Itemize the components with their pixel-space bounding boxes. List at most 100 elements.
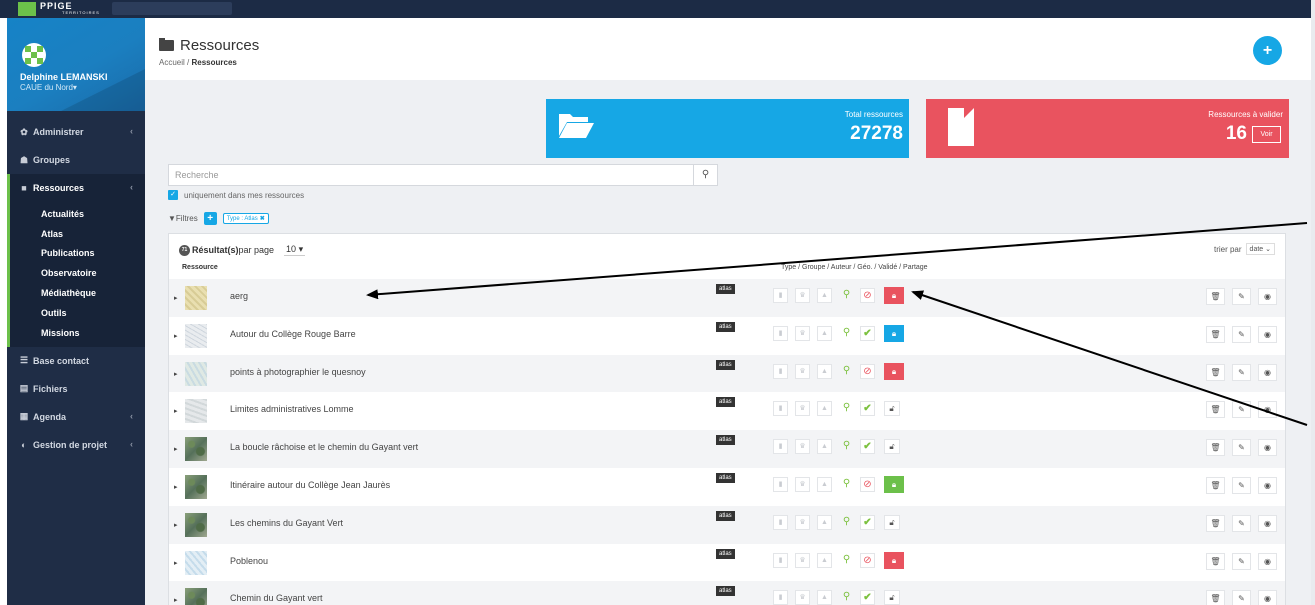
edit-icon[interactable]: ✎ bbox=[1232, 477, 1251, 494]
map-marker-icon[interactable]: ⚲ bbox=[839, 401, 854, 416]
resource-title[interactable]: Poblenou bbox=[230, 556, 268, 566]
share-lock-icon[interactable]: 🔒︎ bbox=[884, 362, 904, 380]
resource-thumbnail[interactable] bbox=[185, 286, 207, 310]
resource-title[interactable]: La boucle râchoise et le chemin du Gayan… bbox=[230, 442, 418, 452]
table-row[interactable]: ▸ La boucle râchoise et le chemin du Gaya… bbox=[169, 430, 1285, 468]
search-input[interactable]: Recherche bbox=[168, 164, 718, 186]
voir-button[interactable]: Voir bbox=[1252, 126, 1281, 143]
expand-caret-icon[interactable]: ▸ bbox=[174, 559, 178, 567]
sidebar-subitem-actualites[interactable]: Actualités bbox=[10, 204, 145, 224]
map-marker-icon[interactable]: ⚲ bbox=[839, 590, 854, 605]
document-icon[interactable]: ▮ bbox=[773, 477, 788, 492]
expand-caret-icon[interactable]: ▸ bbox=[174, 445, 178, 453]
sidebar-subitem-observatoire[interactable]: Observatoire bbox=[10, 263, 145, 283]
view-icon[interactable]: ◉ bbox=[1258, 363, 1277, 381]
group-icon[interactable]: ♛ bbox=[795, 590, 810, 605]
document-icon[interactable]: ▮ bbox=[773, 439, 788, 455]
share-lock-icon[interactable]: 🔓︎ bbox=[884, 590, 900, 605]
resource-thumbnail[interactable] bbox=[185, 399, 207, 424]
map-marker-icon[interactable]: ⚲ bbox=[839, 515, 854, 530]
forbidden-icon[interactable]: ⊘ bbox=[860, 288, 875, 303]
resource-thumbnail[interactable] bbox=[185, 550, 207, 575]
expand-caret-icon[interactable]: ▸ bbox=[174, 521, 178, 529]
forbidden-icon[interactable]: ⊘ bbox=[860, 363, 875, 379]
view-icon[interactable]: ◉ bbox=[1258, 514, 1277, 532]
checkbox-checked-icon[interactable]: ✓ bbox=[168, 190, 178, 200]
group-icon[interactable]: ♛ bbox=[795, 477, 810, 492]
table-row[interactable]: ▸ Itinéraire autour du Collège Jean Jaurè… bbox=[169, 468, 1285, 506]
author-icon[interactable]: ▲ bbox=[817, 325, 832, 341]
share-lock-icon[interactable]: 🔒︎ bbox=[884, 324, 904, 342]
filter-tag-type-atlas[interactable]: Type : Atlas ✖ bbox=[222, 213, 269, 224]
group-icon[interactable]: ♛ bbox=[795, 514, 810, 530]
global-search-input[interactable] bbox=[112, 2, 232, 15]
resource-title[interactable]: Chemin du Gayant vert bbox=[230, 593, 323, 603]
breadcrumb-home-link[interactable]: Accueil bbox=[159, 58, 185, 67]
table-row[interactable]: ▸ aerg atlas ▮ ♛ ▲ ⚲ ⊘ 🔒︎ 🗑︎ ✎ ◉ bbox=[169, 279, 1285, 317]
sidebar-item-groupes[interactable]: ☗ Groupes bbox=[7, 146, 145, 174]
document-icon[interactable]: ▮ bbox=[773, 590, 788, 605]
resource-thumbnail[interactable] bbox=[185, 361, 207, 386]
document-icon[interactable]: ▮ bbox=[773, 552, 788, 568]
only-mine-checkbox-row[interactable]: ✓ uniquement dans mes ressources bbox=[168, 190, 304, 200]
resource-thumbnail[interactable] bbox=[185, 475, 207, 499]
document-icon[interactable]: ▮ bbox=[773, 363, 788, 379]
view-icon[interactable]: ◉ bbox=[1258, 325, 1277, 343]
author-icon[interactable]: ▲ bbox=[817, 477, 832, 492]
close-icon[interactable]: ✖ bbox=[260, 216, 265, 222]
sidebar-subitem-outils[interactable]: Outils bbox=[10, 303, 145, 323]
add-resource-button[interactable]: + bbox=[1253, 36, 1282, 65]
add-filter-button[interactable]: + bbox=[203, 212, 217, 225]
check-icon[interactable]: ✔ bbox=[860, 590, 875, 605]
map-marker-icon[interactable]: ⚲ bbox=[839, 439, 854, 454]
table-row[interactable]: ▸ Poblenou atlas ▮ ♛ ▲ ⚲ ⊘ 🔒︎ 🗑︎ ✎ ◉ bbox=[169, 544, 1285, 582]
edit-icon[interactable]: ✎ bbox=[1232, 288, 1251, 305]
per-page-select[interactable]: 10 ▾ bbox=[284, 244, 306, 256]
sidebar-item-base-contact[interactable]: ☰ Base contact bbox=[7, 347, 145, 375]
check-icon[interactable]: ✔ bbox=[860, 439, 875, 455]
avatar[interactable] bbox=[22, 43, 46, 67]
table-row[interactable]: ▸ Les chemins du Gayant Vert atlas ▮ ♛ ▲ ⚲ ✔ 🔓︎ 🗑… bbox=[169, 505, 1285, 544]
sidebar-item-fichiers[interactable]: ▤ Fichiers bbox=[7, 375, 145, 403]
forbidden-icon[interactable]: ⊘ bbox=[860, 477, 875, 492]
table-row[interactable]: ▸ Limites administratives Lomme atlas ▮ ♛ ▲ ⚲ ✔… bbox=[169, 392, 1285, 430]
search-button[interactable]: ⚲ bbox=[693, 164, 718, 186]
share-lock-icon[interactable]: 🔓︎ bbox=[884, 401, 900, 417]
delete-icon[interactable]: 🗑︎ bbox=[1206, 477, 1225, 494]
sidebar-subitem-atlas[interactable]: Atlas bbox=[10, 224, 145, 244]
table-row[interactable]: ▸ Chemin du Gayant vert atlas ▮ ♛ ▲ ⚲ ✔ 🔓︎ 🗑︎ ✎ ◉ bbox=[169, 581, 1285, 605]
view-icon[interactable]: ◉ bbox=[1258, 439, 1277, 457]
delete-icon[interactable]: 🗑︎ bbox=[1206, 590, 1225, 605]
sidebar-item-ressources[interactable]: ■ Ressources ‹ bbox=[7, 174, 145, 202]
author-icon[interactable]: ▲ bbox=[817, 401, 832, 417]
share-lock-icon[interactable]: 🔓︎ bbox=[884, 439, 900, 455]
expand-caret-icon[interactable]: ▸ bbox=[174, 483, 178, 491]
sidebar-item-gestion-de-projet[interactable]: ◐ Gestion de projet ‹ bbox=[7, 431, 145, 459]
sidebar-item-agenda[interactable]: ▦ Agenda ‹ bbox=[7, 403, 145, 431]
map-marker-icon[interactable]: ⚲ bbox=[839, 477, 854, 492]
delete-icon[interactable]: 🗑︎ bbox=[1206, 514, 1225, 532]
table-row[interactable]: ▸ points à photographier le quesnoy atlas ▮… bbox=[169, 354, 1285, 393]
share-lock-icon[interactable]: 🔓︎ bbox=[884, 514, 900, 530]
resource-thumbnail[interactable] bbox=[185, 512, 207, 537]
resource-thumbnail[interactable] bbox=[185, 588, 207, 605]
view-icon[interactable]: ◉ bbox=[1258, 401, 1277, 419]
document-icon[interactable]: ▮ bbox=[773, 514, 788, 530]
logo-icon[interactable] bbox=[18, 2, 36, 16]
map-marker-icon[interactable]: ⚲ bbox=[839, 288, 854, 303]
edit-icon[interactable]: ✎ bbox=[1232, 439, 1251, 457]
group-icon[interactable]: ♛ bbox=[795, 401, 810, 417]
group-icon[interactable]: ♛ bbox=[795, 325, 810, 341]
expand-caret-icon[interactable]: ▸ bbox=[174, 596, 178, 604]
resource-title[interactable]: points à photographier le quesnoy bbox=[230, 367, 366, 377]
sort-select[interactable]: date ⌄ bbox=[1245, 243, 1275, 255]
sidebar-subitem-missions[interactable]: Missions bbox=[10, 323, 145, 343]
share-lock-icon[interactable]: 🔒︎ bbox=[884, 476, 904, 493]
author-icon[interactable]: ▲ bbox=[817, 514, 832, 530]
group-icon[interactable]: ♛ bbox=[795, 288, 810, 303]
resource-title[interactable]: aerg bbox=[230, 291, 248, 301]
forbidden-icon[interactable]: ⊘ bbox=[860, 552, 875, 568]
edit-icon[interactable]: ✎ bbox=[1232, 325, 1251, 343]
group-icon[interactable]: ♛ bbox=[795, 439, 810, 455]
edit-icon[interactable]: ✎ bbox=[1232, 363, 1251, 381]
